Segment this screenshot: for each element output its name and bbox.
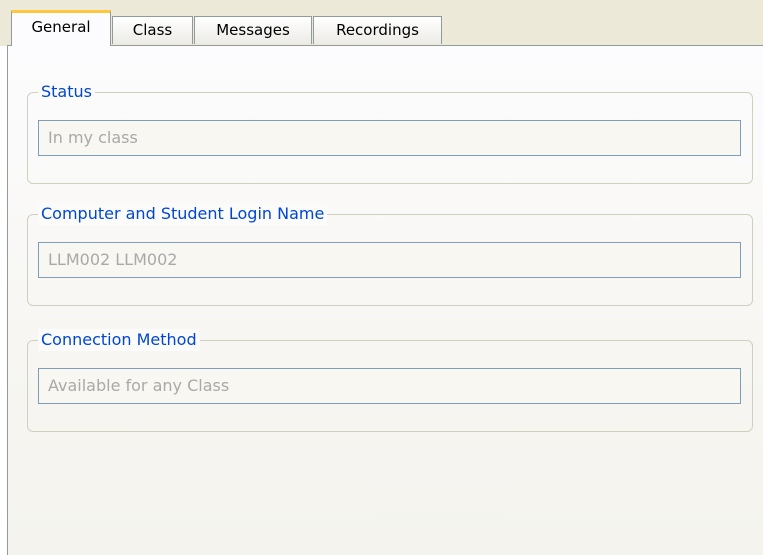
login-name-group: Computer and Student Login Name LLM002 L… [27, 203, 753, 306]
connection-method-field[interactable]: Available for any Class [38, 368, 741, 404]
connection-method-group: Connection Method Available for any Clas… [27, 329, 753, 432]
tab-class[interactable]: Class [112, 16, 193, 44]
tab-general[interactable]: General [11, 10, 111, 46]
tab-strip: General Class Messages Recordings [0, 0, 763, 46]
status-group: Status In my class [27, 81, 753, 184]
status-field[interactable]: In my class [38, 120, 741, 156]
connection-method-legend: Connection Method [38, 329, 200, 351]
login-name-field[interactable]: LLM002 LLM002 [38, 242, 741, 278]
status-legend: Status [38, 81, 95, 103]
login-name-legend: Computer and Student Login Name [38, 203, 328, 225]
tab-messages[interactable]: Messages [194, 16, 312, 44]
tab-recordings[interactable]: Recordings [313, 16, 442, 44]
properties-window: General Class Messages Recordings Status… [0, 0, 763, 555]
